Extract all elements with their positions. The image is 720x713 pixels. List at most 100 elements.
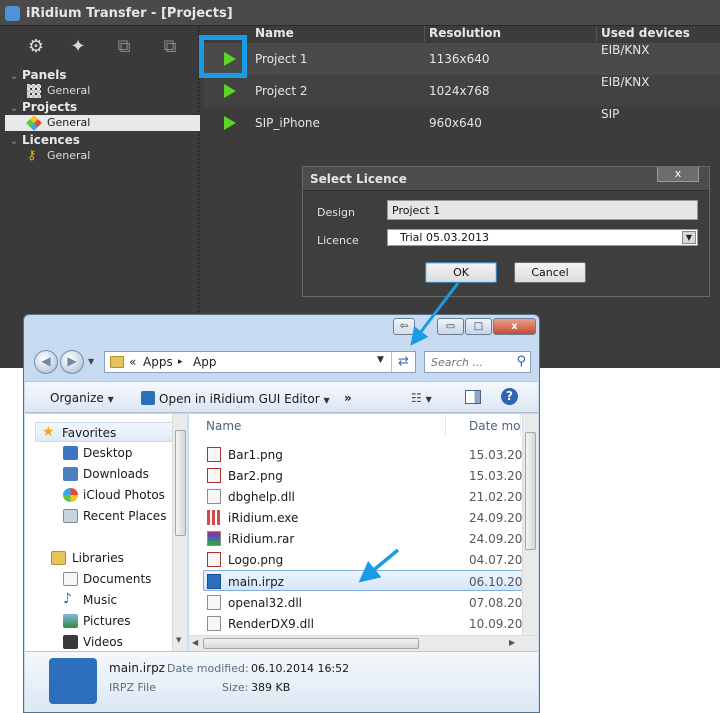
nav-item-downloads[interactable]: Downloads <box>25 464 175 484</box>
chevron-down-icon[interactable]: ▼ <box>682 231 696 244</box>
add-item-icon[interactable]: ✦ <box>66 36 90 58</box>
tree-item-projects-general[interactable]: General <box>5 115 200 131</box>
nav-label: Downloads <box>83 467 149 481</box>
size-value: 389 KB <box>251 681 291 694</box>
sort-ascending-icon: ˄ <box>326 414 330 421</box>
explorer-caption-bar: ⇦ ▭ □ x <box>24 315 539 345</box>
column-header-used-devices[interactable]: Used devices <box>601 26 690 42</box>
refresh-icon[interactable]: ⇄ <box>391 352 415 372</box>
file-row[interactable]: dbghelp.dll 21.02.201 <box>206 486 537 507</box>
search-input[interactable] <box>431 355 509 369</box>
tree-item-licences-general[interactable]: ⚷ General <box>5 148 200 164</box>
column-header-date-modified[interactable]: Date mo <box>451 414 521 436</box>
preview-pane-icon[interactable] <box>465 390 481 404</box>
tree-group-panels[interactable]: ⌄ Panels <box>10 68 67 82</box>
folder-icon <box>110 356 124 368</box>
scroll-down-icon[interactable]: ▼ <box>176 636 181 644</box>
back-arrow-icon: ⇦ <box>393 318 415 335</box>
close-button[interactable]: x <box>657 167 699 182</box>
tree-group-licences[interactable]: ⌄ Licences <box>10 133 80 147</box>
licence-select[interactable]: Trial 05.03.2013 ▼ <box>387 229 698 246</box>
more-commands-button[interactable]: » <box>344 391 352 405</box>
nav-scrollbar-thumb[interactable] <box>175 430 186 536</box>
select-licence-dialog: Select Licence x Design Project 1 Licenc… <box>302 166 710 297</box>
file-row[interactable]: iRidium.rar 24.09.201 <box>206 528 537 549</box>
design-label: Design <box>317 206 355 219</box>
ok-button[interactable]: OK <box>425 262 497 283</box>
address-dropdown-icon[interactable]: ▼ <box>377 355 384 365</box>
file-row[interactable]: Bar2.png 15.03.201 <box>206 465 537 486</box>
nav-scrollbar[interactable]: ▼ <box>172 414 187 651</box>
project-row[interactable]: Project 2 1024x768 EIB/KNX <box>204 75 720 107</box>
forward-button[interactable]: ▶ <box>60 350 84 374</box>
remove-folder-icon[interactable]: ⧉ <box>158 36 182 58</box>
add-folder-icon[interactable]: ⧉ <box>112 36 136 58</box>
nav-item-videos[interactable]: Videos <box>25 632 175 651</box>
open-with-button[interactable]: Open in iRidium GUI Editor ▼ <box>141 391 330 406</box>
address-bar[interactable]: « Apps ▸ App ▼ ⇄ <box>104 351 416 373</box>
play-icon[interactable] <box>224 84 236 98</box>
design-field[interactable]: Project 1 <box>387 200 698 220</box>
file-scrollbar-thumb[interactable] <box>525 432 536 550</box>
nav-item-music[interactable]: ♪ Music <box>25 590 175 610</box>
project-row[interactable]: SIP_iPhone 960x640 SIP <box>204 107 720 139</box>
breadcrumb-apps[interactable]: Apps <box>143 355 173 369</box>
details-file-name: main.irpz <box>109 661 165 675</box>
nav-item-icloud-photos[interactable]: iCloud Photos <box>25 485 175 505</box>
nav-item-documents[interactable]: Documents <box>25 569 175 589</box>
file-row[interactable]: iRidium.exe 24.09.201 <box>206 507 537 528</box>
search-box[interactable]: ⚲ <box>424 351 531 373</box>
nav-item-pictures[interactable]: Pictures <box>25 611 175 631</box>
maximize-button[interactable]: □ <box>465 318 492 335</box>
column-header-name[interactable]: Name <box>189 414 446 436</box>
project-row[interactable]: Project 1 1136x640 EIB/KNX <box>204 43 720 75</box>
dll-file-icon <box>207 595 221 610</box>
back-button[interactable]: ◀ <box>34 350 58 374</box>
scroll-left-icon[interactable]: ◀ <box>192 638 198 647</box>
documents-icon <box>63 572 78 586</box>
pictures-icon <box>63 614 78 628</box>
file-row-selected[interactable]: main.irpz 06.10.201 <box>203 570 537 591</box>
organize-button[interactable]: Organize ▼ <box>50 391 114 405</box>
nav-item-desktop[interactable]: Desktop <box>25 443 175 463</box>
highlight-box <box>199 35 247 78</box>
breadcrumb-prefix[interactable]: « <box>129 355 136 369</box>
tree-group-projects[interactable]: ⌄ Projects <box>10 100 77 114</box>
breadcrumb-app[interactable]: App <box>193 355 216 369</box>
nav-label: Recent Places <box>83 509 167 523</box>
libraries-icon <box>51 551 66 565</box>
column-header-name[interactable]: Name <box>255 26 294 42</box>
cancel-button[interactable]: Cancel <box>514 262 586 283</box>
iridium-transfer-window: iRidium Transfer - [Projects] ⚙ ✦ ⧉ ⧉ ⌄ P… <box>0 0 720 368</box>
help-icon[interactable]: ? <box>501 388 518 405</box>
nav-item-libraries[interactable]: Libraries <box>25 548 175 568</box>
open-with-label: Open in iRidium GUI Editor <box>159 392 320 406</box>
title-bar: iRidium Transfer - [Projects] <box>0 0 720 26</box>
minimize-button[interactable]: ▭ <box>437 318 464 335</box>
file-row[interactable]: Logo.png 04.07.201 <box>206 549 537 570</box>
column-header-resolution[interactable]: Resolution <box>429 26 501 42</box>
horizontal-scrollbar-thumb[interactable] <box>203 638 419 649</box>
breadcrumb-separator[interactable]: ▸ <box>178 357 183 367</box>
file-row[interactable]: openal32.dll 07.08.201 <box>206 592 537 613</box>
settings-gear-icon[interactable]: ⚙ <box>24 36 48 58</box>
recent-pages-chevron-icon[interactable]: ▼ <box>88 357 94 366</box>
videos-icon <box>63 635 78 649</box>
horizontal-scrollbar[interactable]: ◀ ▶ <box>189 635 538 651</box>
search-icon[interactable]: ⚲ <box>516 354 526 369</box>
play-icon[interactable] <box>224 116 236 130</box>
file-row[interactable]: RenderDX9.dll 10.09.201 <box>206 613 537 634</box>
nav-item-recent-places[interactable]: Recent Places <box>25 506 175 526</box>
project-devices: EIB/KNX <box>601 75 650 89</box>
file-type: IRPZ File <box>109 681 156 694</box>
forward-arrow-icon: ▶ <box>67 354 77 368</box>
nav-item-favorites[interactable]: ★ Favorites <box>35 422 185 442</box>
project-name: Project 1 <box>255 52 308 66</box>
nav-label: Videos <box>83 635 123 649</box>
scroll-right-icon[interactable]: ▶ <box>509 638 515 647</box>
close-button[interactable]: x <box>493 318 536 335</box>
tree-item-panels-general[interactable]: General <box>5 83 200 99</box>
view-options-icon[interactable]: ☷ ▼ <box>411 391 432 405</box>
file-row[interactable]: Bar1.png 15.03.201 <box>206 444 537 465</box>
file-list-scrollbar[interactable] <box>522 414 538 635</box>
